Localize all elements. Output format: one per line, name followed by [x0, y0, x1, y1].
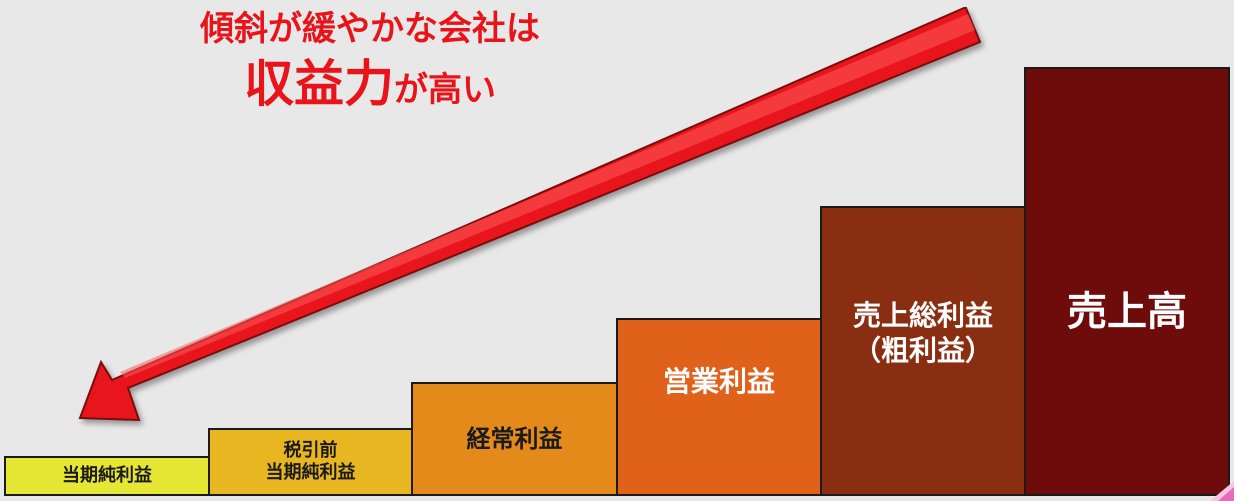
headline: 傾斜が緩やかな会社は 収益力が高い	[130, 6, 610, 128]
headline-emphasis: 収益力	[244, 55, 394, 113]
step-ordinary-income: 経常利益	[411, 382, 618, 496]
headline-line2: 収益力が高い	[130, 52, 610, 128]
step-label: 税引前 当期純利益	[265, 439, 356, 484]
step-label: 当期純利益	[62, 464, 152, 486]
step-pretax-income: 税引前 当期純利益	[208, 428, 413, 496]
step-label: 売上高	[1067, 289, 1187, 335]
corner-decoration	[1210, 481, 1234, 501]
step-revenue: 売上高	[1024, 67, 1230, 496]
step-gross-profit: 売上総利益 （粗利益）	[820, 206, 1026, 496]
step-label: 経常利益	[466, 425, 563, 453]
headline-line1: 傾斜が緩やかな会社は	[200, 9, 540, 49]
step-operating-income: 営業利益	[616, 318, 822, 496]
step-label: 営業利益	[662, 365, 775, 398]
step-label: 売上総利益 （粗利益）	[852, 299, 993, 367]
headline-rest: が高い	[394, 70, 496, 110]
step-net-income: 当期純利益	[4, 456, 210, 496]
diagram-stage: 傾斜が緩やかな会社は 収益力が高い 当期純利益 税引前 当期純利益 経常利益 営…	[0, 0, 1234, 501]
